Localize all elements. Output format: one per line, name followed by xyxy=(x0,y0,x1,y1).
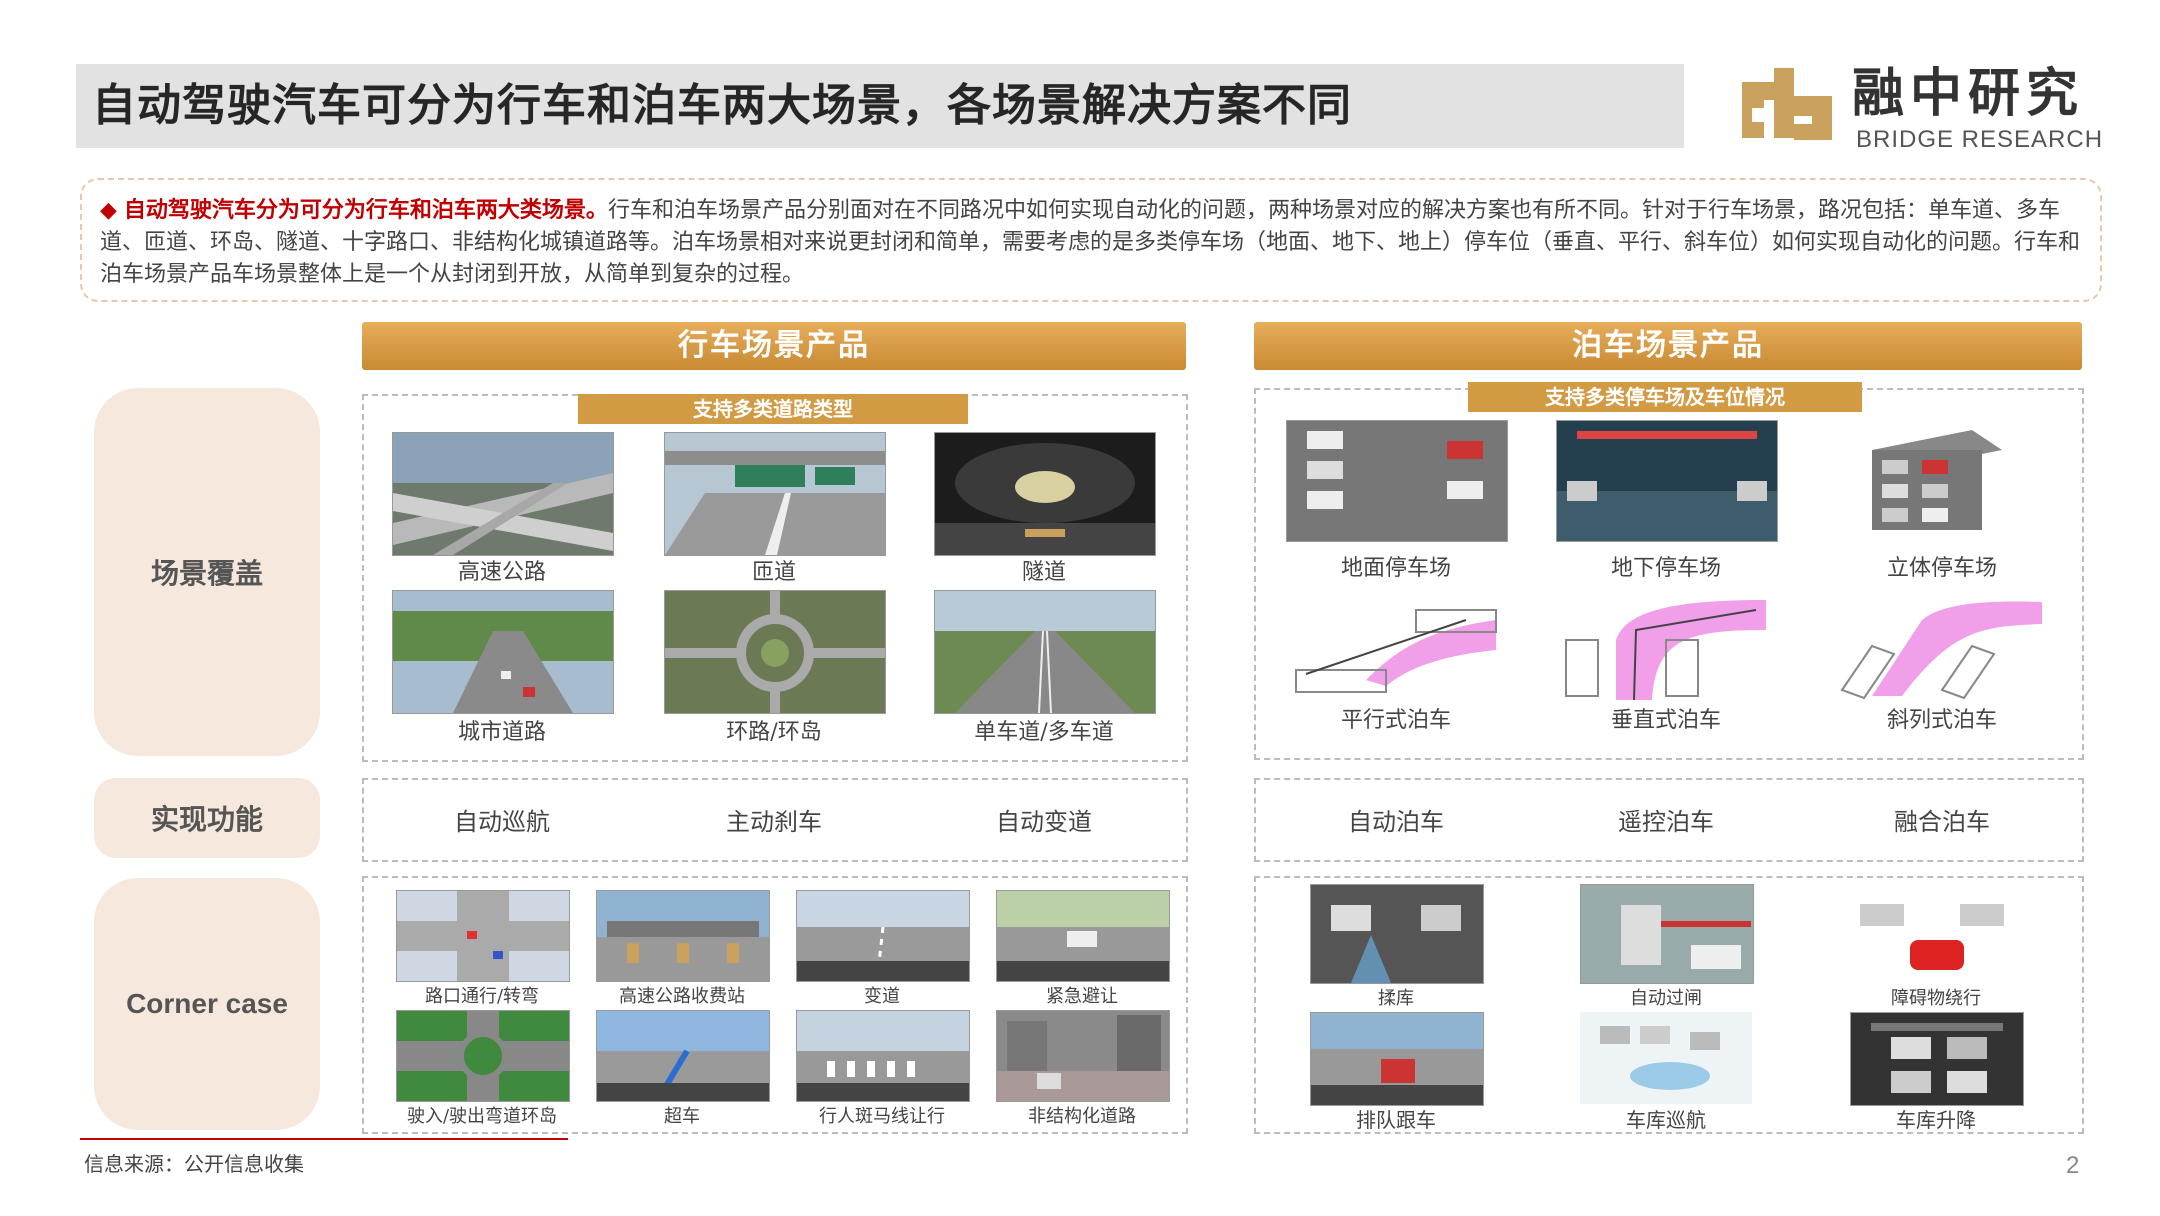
parking-corner-caption-obstacle: 障碍物绕行 xyxy=(1891,988,1981,1009)
source-note: 信息来源：公开信息收集 xyxy=(84,1152,304,1176)
parallel-parking-diagram xyxy=(1286,590,1506,700)
parking-sub-header: 支持多类停车场及车位情况 xyxy=(1468,382,1862,412)
driving-function-cruise: 自动巡航 xyxy=(454,808,550,836)
tunnel-photo xyxy=(934,432,1156,556)
scene-caption-multilane: 单车道/多车道 xyxy=(974,720,1114,745)
city-road-photo xyxy=(392,590,614,714)
bullet-icon: ◆ xyxy=(100,198,117,223)
logo-english-name: BRIDGE RESEARCH xyxy=(1856,126,2104,153)
scene-caption-roundabout: 环路/环岛 xyxy=(726,720,822,745)
multilevel-parking-photo xyxy=(1852,420,2012,540)
parking-caption-multilevel: 立体停车场 xyxy=(1886,556,1997,581)
driving-sub-header: 支持多类道路类型 xyxy=(578,394,968,424)
corner-caption-crosswalk: 行人斑马线让行 xyxy=(819,1106,945,1127)
intro-highlight: 自动驾驶汽车分为可分为行车和泊车两大类场景。 xyxy=(123,197,608,223)
scene-caption-city: 城市道路 xyxy=(457,720,546,745)
parking-corner-caption-cruise: 车库巡航 xyxy=(1626,1108,1706,1132)
corner-caption-emergency: 紧急避让 xyxy=(1046,986,1118,1007)
parking-section-header: 泊车场景产品 xyxy=(1254,322,2082,370)
row-label-scene: 场景覆盖 xyxy=(94,388,320,756)
intro-paragraph: ◆ 自动驾驶汽车分为可分为行车和泊车两大类场景。行车和泊车场景产品分别面对在不同… xyxy=(100,194,2080,291)
unstructured-road-photo xyxy=(996,1010,1170,1102)
page-title: 自动驾驶汽车可分为行车和泊车两大场景，各场景解决方案不同 xyxy=(92,80,1352,131)
parking-caption-perpendicular: 垂直式泊车 xyxy=(1610,708,1721,733)
corner-caption-unstructured: 非结构化道路 xyxy=(1028,1106,1136,1127)
parking-caption-underground: 地下停车场 xyxy=(1610,556,1721,581)
logo-chinese-name: 融中研究 xyxy=(1852,64,2085,124)
scene-caption-highway: 高速公路 xyxy=(457,560,546,585)
perpendicular-parking-diagram xyxy=(1556,590,1776,700)
corner-caption-intersection: 路口通行/转弯 xyxy=(424,986,540,1007)
parking-caption-ground: 地面停车场 xyxy=(1340,556,1451,581)
corner-caption-lane-change: 变道 xyxy=(864,986,900,1007)
row-label-corner-text: Corner case xyxy=(126,988,288,1019)
multilane-photo xyxy=(934,590,1156,714)
ground-parking-photo xyxy=(1286,420,1508,542)
driving-function-lane-change: 自动变道 xyxy=(996,808,1092,836)
intersection-turn-photo xyxy=(396,890,570,982)
parking-corner-caption-gate: 自动过闸 xyxy=(1630,988,1702,1009)
parking-function-remote: 遥控泊车 xyxy=(1618,808,1714,836)
scene-caption-ramp: 匝道 xyxy=(751,560,796,585)
scene-caption-tunnel: 隧道 xyxy=(1021,560,1066,585)
driving-section-header: 行车场景产品 xyxy=(362,322,1186,370)
ramp-photo xyxy=(664,432,886,556)
reparking-photo xyxy=(1310,884,1484,984)
row-label-function: 实现功能 xyxy=(94,778,320,858)
parking-corner-caption-lift: 车库升降 xyxy=(1896,1108,1976,1132)
corner-caption-toll: 高速公路收费站 xyxy=(619,986,745,1007)
driving-function-brake: 主动刹车 xyxy=(726,808,822,836)
garage-lift-photo xyxy=(1850,1012,2024,1106)
auto-gate-photo xyxy=(1580,884,1754,984)
row-label-corner: Corner case xyxy=(94,878,320,1130)
angled-parking-diagram xyxy=(1832,590,2052,700)
source-divider xyxy=(80,1138,568,1140)
parking-function-auto: 自动泊车 xyxy=(1348,808,1444,836)
highway-photo xyxy=(392,432,614,556)
parking-caption-angled: 斜列式泊车 xyxy=(1886,708,1997,733)
parking-function-fusion: 融合泊车 xyxy=(1894,808,1990,836)
row-label-function-text: 实现功能 xyxy=(150,803,263,836)
corner-caption-overtake: 超车 xyxy=(664,1106,700,1127)
obstacle-bypass-photo xyxy=(1850,884,2022,982)
page-number: 2 xyxy=(2066,1152,2080,1179)
emergency-avoid-photo xyxy=(996,890,1170,982)
roundabout-photo xyxy=(664,590,886,714)
toll-station-photo xyxy=(596,890,770,982)
parking-corner-caption-reparking: 揉库 xyxy=(1378,988,1414,1009)
overtake-photo xyxy=(596,1010,770,1102)
curve-roundabout-photo xyxy=(396,1010,570,1102)
row-label-scene-text: 场景覆盖 xyxy=(150,557,263,590)
corner-caption-curve-roundabout: 驶入/驶出弯道环岛 xyxy=(406,1106,558,1127)
lane-change-photo xyxy=(796,890,970,982)
underground-parking-photo xyxy=(1556,420,1778,542)
parking-corner-caption-queue: 排队跟车 xyxy=(1356,1108,1436,1132)
parking-caption-parallel: 平行式泊车 xyxy=(1340,708,1451,733)
crosswalk-yield-photo xyxy=(796,1010,970,1102)
bridge-logo-icon xyxy=(1738,62,1838,150)
garage-cruise-photo xyxy=(1580,1012,1752,1104)
queue-follow-photo xyxy=(1310,1012,1484,1106)
